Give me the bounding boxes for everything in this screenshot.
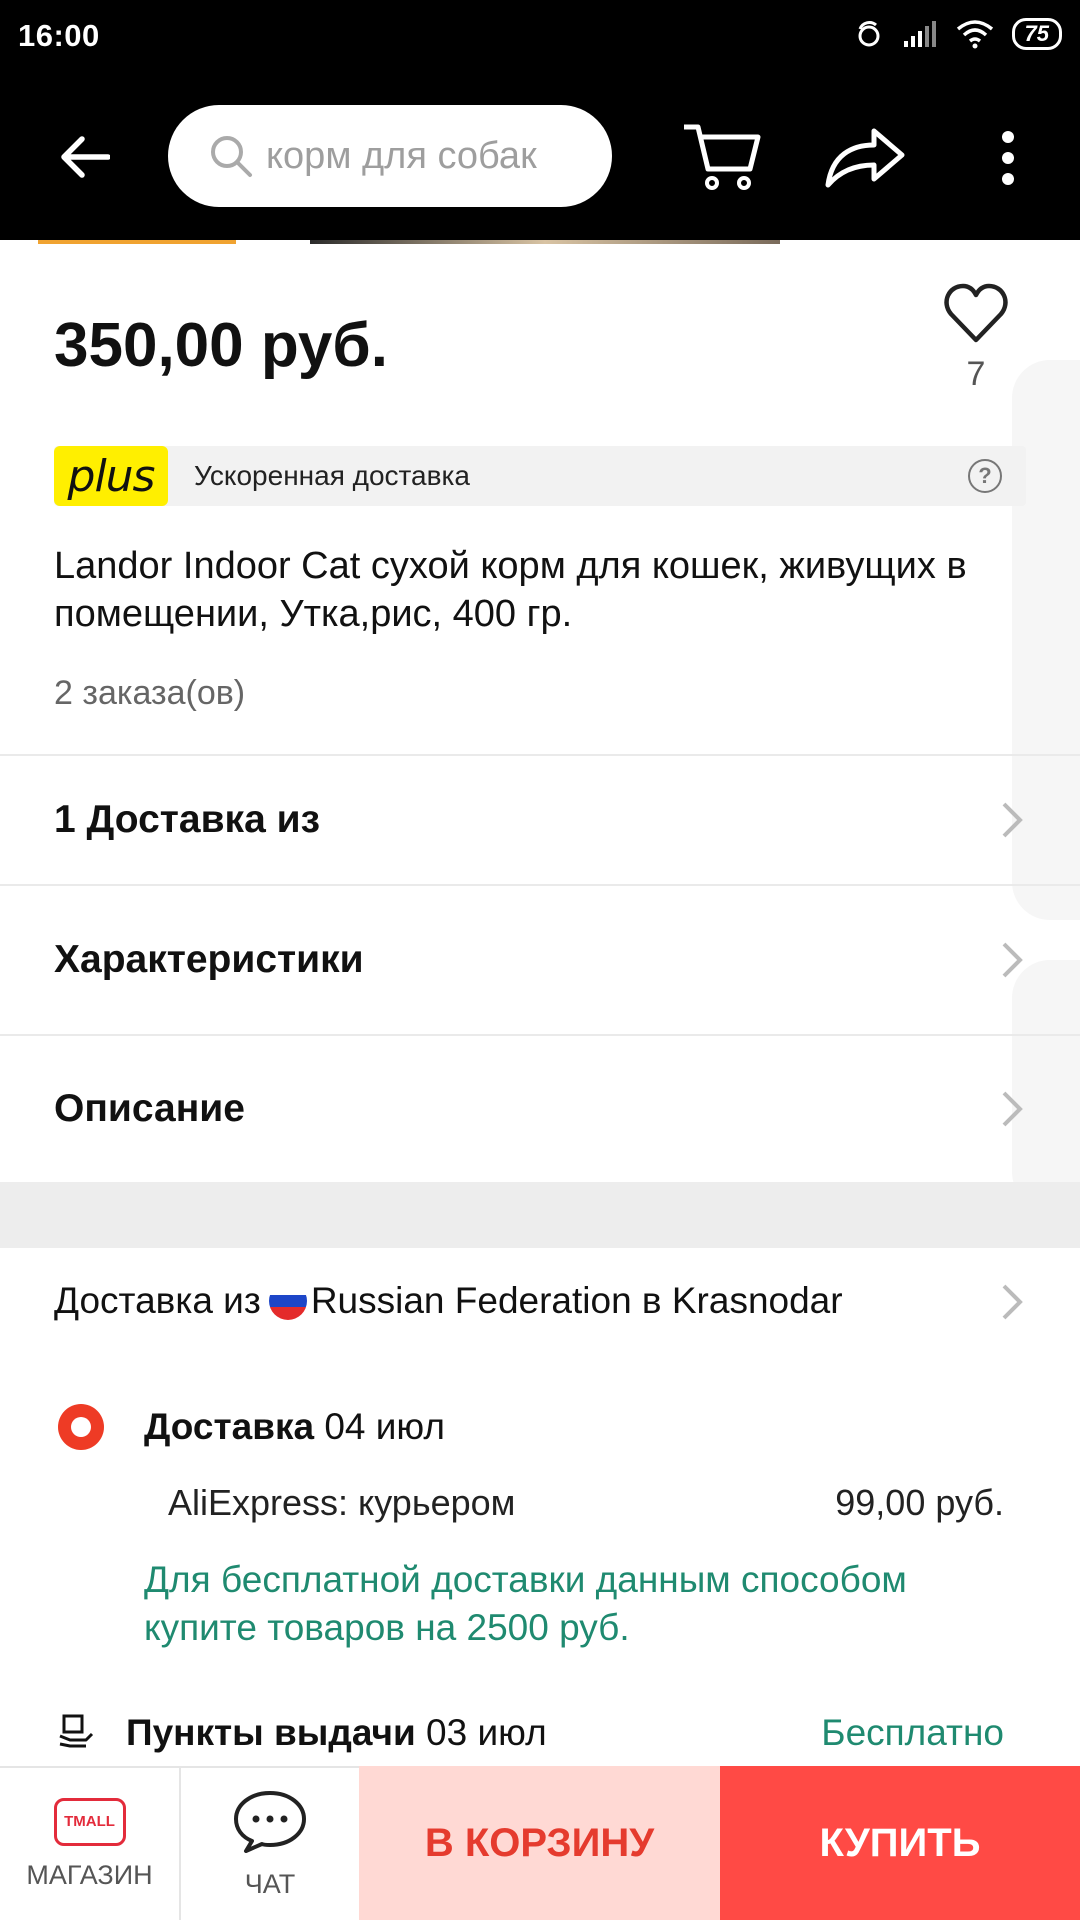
more-dot-icon (1002, 152, 1014, 164)
product-price: 350,00 руб. (54, 311, 388, 380)
ship-from-prefix: Доставка из (54, 1280, 261, 1321)
free-shipping-note: Для бесплатной доставки данным способом … (144, 1559, 907, 1648)
chat-button[interactable]: ЧАТ (181, 1766, 359, 1920)
russia-flag-icon (268, 1282, 307, 1320)
section-divider (0, 1182, 1080, 1248)
status-icons: 75 (854, 18, 1062, 50)
app-bar: корм для собак (0, 75, 1080, 240)
shopping-cart-icon (684, 124, 761, 190)
delivery-option-label: Доставка (144, 1406, 315, 1447)
chevron-right-icon (1002, 1284, 1023, 1320)
buy-now-button[interactable]: КУПИТЬ (720, 1766, 1080, 1920)
section-description[interactable]: Описание (0, 1034, 1080, 1182)
section-delivery-from[interactable]: 1 Доставка из (0, 754, 1080, 884)
section-label: Характеристики (54, 938, 364, 981)
carrier-price: 99,00 руб. (835, 1482, 1004, 1523)
tmall-logo: TMALL (53, 1797, 126, 1846)
section-label: Описание (54, 1087, 245, 1130)
orders-count: 2 заказа(ов) (54, 674, 246, 712)
search-icon (211, 136, 252, 177)
arrow-left-icon (61, 136, 110, 178)
bottom-action-bar: TMALL МАГАЗИН ЧАТ В КОРЗИНУ КУПИТЬ (0, 1766, 1080, 1920)
cart-button[interactable] (680, 113, 764, 197)
search-placeholder: корм для собак (266, 134, 537, 177)
store-button[interactable]: TMALL МАГАЗИН (0, 1766, 181, 1920)
delivery-option[interactable]: Доставка 04 июл (144, 1406, 445, 1448)
more-dot-icon (1002, 173, 1014, 185)
help-icon[interactable]: ? (968, 459, 1002, 493)
wishlist-button[interactable]: 7 (938, 282, 1014, 394)
more-options-button[interactable] (988, 123, 1028, 193)
status-bar: 16:00 75 (0, 0, 1080, 75)
heart-icon (944, 283, 1008, 343)
chevron-right-icon (1002, 942, 1023, 978)
pickup-price: Бесплатно (821, 1712, 1004, 1753)
battery-indicator: 75 (1011, 18, 1062, 50)
sync-icon (858, 20, 880, 47)
chevron-right-icon (1002, 802, 1023, 838)
back-button[interactable] (52, 125, 116, 189)
plus-logo: plus (54, 446, 168, 506)
search-input[interactable]: корм для собак (168, 105, 612, 207)
status-time: 16:00 (18, 18, 100, 53)
delivery-option-radio[interactable] (58, 1404, 104, 1450)
section-label: 1 Доставка из (54, 798, 320, 841)
wifi-icon (956, 20, 993, 49)
pickup-label: Пункты выдачи (126, 1712, 416, 1753)
product-image-strip[interactable] (0, 240, 1080, 244)
delivery-option-date: 04 июл (324, 1406, 445, 1447)
add-to-cart-button[interactable]: В КОРЗИНУ (359, 1766, 720, 1920)
chevron-right-icon (1002, 1091, 1023, 1127)
more-dot-icon (1002, 131, 1014, 143)
pickup-date: 03 июл (426, 1712, 547, 1753)
chat-bubble-icon (234, 1790, 306, 1853)
share-button[interactable] (822, 119, 906, 195)
pickup-option[interactable]: Пункты выдачи 03 июл (126, 1712, 547, 1754)
ship-from-row[interactable]: Доставка из Russian Federation в Krasnod… (54, 1280, 843, 1322)
section-specs[interactable]: Характеристики (0, 884, 1080, 1034)
ship-from-destination: Russian Federation в Krasnodar (310, 1280, 843, 1321)
carrier-name: AliExpress: курьером (168, 1482, 516, 1523)
product-title: Landor Indoor Cat сухой корм для кошек, … (54, 545, 967, 635)
share-arrow-icon (825, 128, 905, 188)
plus-delivery-banner[interactable]: plus Ускоренная доставка ? (54, 446, 1026, 506)
plus-delivery-text: Ускоренная доставка (194, 460, 470, 491)
signal-icon (903, 21, 936, 47)
chat-label: ЧАТ (244, 1868, 296, 1899)
pickup-point-icon (59, 1714, 94, 1748)
wishlist-count: 7 (966, 355, 986, 393)
store-label: МАГАЗИН (26, 1859, 153, 1890)
